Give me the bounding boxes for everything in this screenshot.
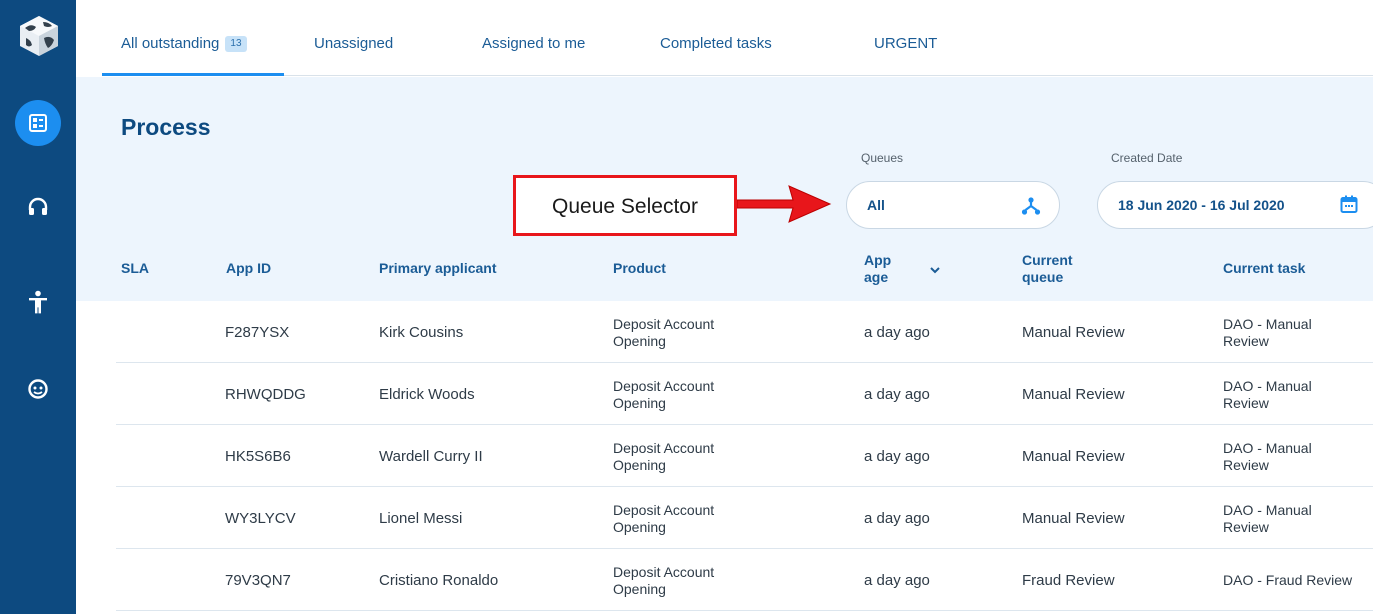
queue-selector-value: All (867, 197, 885, 213)
cell-product: Deposit Account Opening (613, 564, 714, 598)
cell-current-queue: Manual Review (1022, 324, 1125, 341)
tab-label: All outstanding (121, 35, 220, 52)
column-header-current-queue[interactable]: Current queue (1022, 252, 1073, 286)
cell-app-age: a day ago (864, 386, 930, 403)
cell-line: DAO - Manual (1223, 440, 1312, 456)
cell-app-age: a day ago (864, 510, 930, 527)
cell-app-id: F287YSX (225, 324, 290, 341)
accessibility-icon (27, 290, 49, 314)
cell-app-age: a day ago (864, 572, 930, 589)
headset-icon (27, 196, 49, 218)
header-line: queue (1022, 269, 1064, 285)
cell-current-queue: Manual Review (1022, 448, 1125, 465)
sidebar-item-accessibility[interactable] (15, 279, 61, 325)
tab-completed-tasks[interactable]: Completed tasks (660, 35, 772, 52)
cell-applicant: Wardell Curry II (379, 448, 483, 465)
cell-line: Deposit Account (613, 564, 715, 580)
page-title: Process (121, 114, 211, 140)
tab-unassigned[interactable]: Unassigned (314, 35, 393, 52)
column-header-app-age[interactable]: App age (864, 252, 891, 286)
cell-line: DAO - Manual (1223, 378, 1312, 394)
cell-line: Deposit Account (613, 378, 715, 394)
dashboard-icon (28, 113, 48, 133)
cell-line: Opening (613, 395, 666, 411)
cell-line: Opening (613, 519, 666, 535)
sidebar-item-support[interactable] (15, 184, 61, 230)
tab-urgent[interactable]: URGENT (874, 35, 937, 52)
chevron-down-icon[interactable] (929, 262, 941, 280)
cell-applicant: Cristiano Ronaldo (379, 572, 499, 589)
queues-label: Queues (861, 151, 904, 165)
callout-text: Queue Selector (552, 195, 698, 218)
queue-selector[interactable]: All (846, 181, 1060, 229)
cell-current-task: DAO - Fraud Review (1223, 572, 1353, 588)
globe-cube-logo[interactable] (17, 14, 61, 58)
cell-line: Opening (613, 333, 666, 349)
header-line: age (864, 269, 889, 285)
column-header-product[interactable]: Product (613, 260, 666, 277)
cell-current-queue: Manual Review (1022, 386, 1125, 403)
cell-current-queue: Manual Review (1022, 510, 1125, 527)
column-header-sla[interactable]: SLA (121, 260, 149, 277)
queue-selector-callout: Queue Selector (513, 175, 737, 236)
callout-arrow (737, 185, 832, 223)
cell-app-id: RHWQDDG (225, 386, 306, 403)
table-row[interactable] (116, 425, 1373, 487)
created-date-picker[interactable]: 18 Jun 2020 - 16 Jul 2020 (1097, 181, 1373, 229)
sidebar-item-profile[interactable] (15, 366, 61, 412)
cell-line: Opening (613, 581, 666, 597)
cell-product: Deposit Account Opening (613, 378, 714, 412)
table-row[interactable] (116, 549, 1373, 611)
column-header-primary-applicant[interactable]: Primary applicant (379, 260, 497, 277)
cell-current-task: DAO - Manual Review (1223, 440, 1312, 474)
sidebar-item-dashboard[interactable] (15, 100, 61, 146)
cell-line: Deposit Account (613, 316, 715, 332)
cell-current-queue: Fraud Review (1022, 572, 1115, 589)
cell-line: DAO - Manual (1223, 502, 1312, 518)
cell-applicant: Lionel Messi (379, 510, 463, 527)
cell-line: Deposit Account (613, 440, 715, 456)
cell-line: Review (1223, 333, 1269, 349)
hierarchy-icon (1021, 196, 1041, 221)
cell-line: DAO - Manual (1223, 316, 1312, 332)
cell-applicant: Kirk Cousins (379, 324, 464, 341)
face-icon (27, 378, 49, 400)
cell-product: Deposit Account Opening (613, 502, 714, 536)
cell-applicant: Eldrick Woods (379, 386, 475, 403)
count-badge: 13 (225, 36, 247, 52)
cell-app-id: 79V3QN7 (225, 572, 291, 589)
tab-all-outstanding[interactable]: All outstanding 13 (121, 35, 247, 52)
sidebar (0, 0, 76, 614)
table-row[interactable] (116, 301, 1373, 363)
cell-line: Review (1223, 395, 1269, 411)
cell-product: Deposit Account Opening (613, 440, 714, 474)
tab-assigned-to-me[interactable]: Assigned to me (482, 35, 585, 52)
cell-current-task: DAO - Manual Review (1223, 502, 1312, 536)
cell-current-task: DAO - Manual Review (1223, 378, 1312, 412)
cell-current-task: DAO - Manual Review (1223, 316, 1312, 350)
header-line: App (864, 252, 892, 268)
column-header-current-task[interactable]: Current task (1223, 260, 1305, 277)
active-tab-indicator (102, 73, 284, 76)
table-row[interactable] (116, 487, 1373, 549)
created-date-label: Created Date (1111, 151, 1183, 165)
header-line: Current (1022, 252, 1073, 268)
cell-line: Review (1223, 519, 1269, 535)
cell-app-age: a day ago (864, 448, 930, 465)
cell-product: Deposit Account Opening (613, 316, 714, 350)
cell-line: Opening (613, 457, 666, 473)
column-header-app-id[interactable]: App ID (226, 260, 271, 277)
cell-app-id: HK5S6B6 (225, 448, 291, 465)
calendar-icon (1339, 194, 1359, 219)
cell-app-id: WY3LYCV (225, 510, 296, 527)
cell-line: Review (1223, 457, 1269, 473)
cell-line: Deposit Account (613, 502, 715, 518)
cell-app-age: a day ago (864, 324, 930, 341)
created-date-value: 18 Jun 2020 - 16 Jul 2020 (1118, 197, 1285, 213)
